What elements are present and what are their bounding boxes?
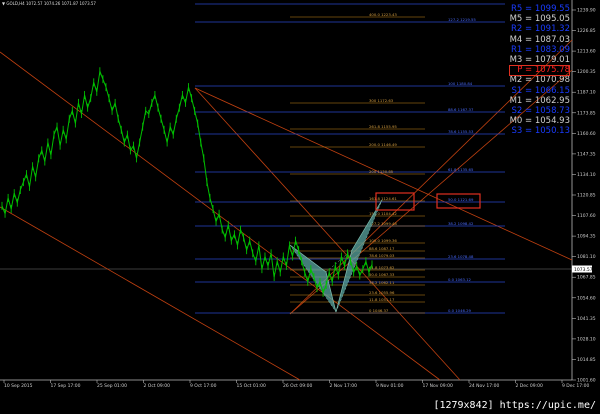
fib-ext-label: 23.6 1055.96 [369,290,395,295]
x-tick-label: 9 Nov 01:00 [376,383,404,389]
fib-level-label: 78.6 1155.53 [448,129,474,134]
x-tick-label: 17 Nov 09:00 [423,383,453,389]
fib-level-label: 0.0 1046.29 [448,308,472,313]
pivot-label: M0 = 1054.93 [509,116,570,127]
fib-level-label: 23.6 1078.48 [448,254,474,259]
channel-line [0,206,301,381]
pivot-label: M4 = 1087.03 [509,34,570,45]
fib-level-label: 38.2 1098.42 [448,221,474,226]
x-tick-label: 2 Oct 09:00 [144,383,171,389]
y-tick-label: 1213.60 [577,49,596,55]
x-tick-label: 10 Sep 2015 [4,383,33,389]
pivot-label: M1 = 1062.95 [509,95,570,106]
y-tick-label: 1081.10 [577,254,596,260]
y-tick-label: 1054.60 [577,295,596,301]
pivot-label: S3 = 1050.13 [511,126,570,137]
y-tick-label: 1014.85 [577,357,596,363]
y-tick-label: 1200.35 [577,69,596,75]
fib-ext-label: 200.0 1146.49 [369,142,397,147]
x-tick-label: 2 Dec 09:00 [516,383,544,389]
y-tick-label: 1094.35 [577,234,596,240]
x-tick-label: 24 Nov 17:00 [469,383,499,389]
fib-level-label: 127.2 1219.55 [448,17,476,22]
fib-level-label: 0.0 1063.12 [448,277,472,282]
pivot-p-highlight-box [509,65,570,76]
x-tick-label: 17 Sep 17:00 [51,383,81,389]
pivot-label: M3 = 1079.01 [509,55,570,65]
pivot-label: R1 = 1083.09 [511,44,570,55]
pivot-label: S1 = 1066.15 [511,85,570,96]
chart-title-bar: ▼ GOLD,H4 1072.57 1074.26 1071.87 1073.5… [2,1,96,6]
y-tick-label: 1147.35 [577,151,596,157]
pivot-label: R2 = 1091.32 [511,24,570,35]
price-series-line [1,69,373,295]
pivot-label: R5 = 1099.55 [511,4,570,14]
fib-level-label: 61.8 1135.65 [448,167,474,172]
y-tick-label: 1134.10 [577,172,596,178]
x-tick-label: 2 Nov 17:00 [330,383,358,389]
y-tick-label: 1239.90 [577,8,596,14]
fib-ext-label: 400.0 1223.43 [369,12,397,17]
x-tick-label: 26 Oct 09:00 [283,383,312,389]
fib-ext-label: 161.8 1124.61 [369,196,397,201]
fib-ext-label: 261.8 1155.95 [369,124,397,129]
current-price-label: 1073.57 [574,267,593,273]
y-tick-label: 1173.85 [577,110,596,116]
y-tick-label: 1041.35 [577,316,596,322]
fib-level-label: 88.6 1167.37 [448,107,474,112]
y-tick-label: 1187.10 [577,90,596,96]
x-tick-label: 9 Oct 17:00 [190,383,217,389]
y-tick-label: 1107.60 [577,213,596,219]
x-tick-label: 15 Oct 01:00 [237,383,266,389]
fib-ext-label: 200 1130.85 [369,169,394,174]
fib-level-label: 50.0 1121.69 [448,197,474,202]
fib-ext-label: 61.8 1073.62 [369,265,395,270]
pivot-label: M2 = 1070.98 [509,75,570,86]
watermark-text: [1279x842] https://upic.me/ [433,400,596,411]
fib-ext-label: 78.6 1079.03 [369,253,395,258]
x-tick-label: 25 Sep 01:00 [97,383,127,389]
fib-ext-label: 300 1172.63 [369,98,394,103]
y-tick-label: 1001.60 [577,378,596,384]
fib-ext-label: 11.8 1051.17 [369,297,395,302]
pivot-label: S2 = 1058.73 [511,106,570,116]
y-tick-label: 1226.85 [577,28,596,34]
fib-ext-label: 50.0 1067.33 [369,272,395,277]
fib-ext-label: 100.0 1099.36 [369,238,397,243]
y-tick-label: 1160.60 [577,131,596,137]
y-tick-label: 1067.85 [577,275,596,281]
pivot-label: M5 = 1095.05 [509,14,570,25]
fib-ext-label: 38.2 1062.11 [369,280,395,285]
y-tick-label: 1028.10 [577,336,596,342]
fib-ext-label: 88.6 1087.17 [369,246,395,251]
fib-level-label: 100 1180.84 [448,81,473,86]
y-tick-label: 1120.85 [577,193,596,199]
x-tick-label: 9 Dec 17:00 [562,383,590,389]
fib-ext-label: 0 1046.37 [369,308,389,313]
